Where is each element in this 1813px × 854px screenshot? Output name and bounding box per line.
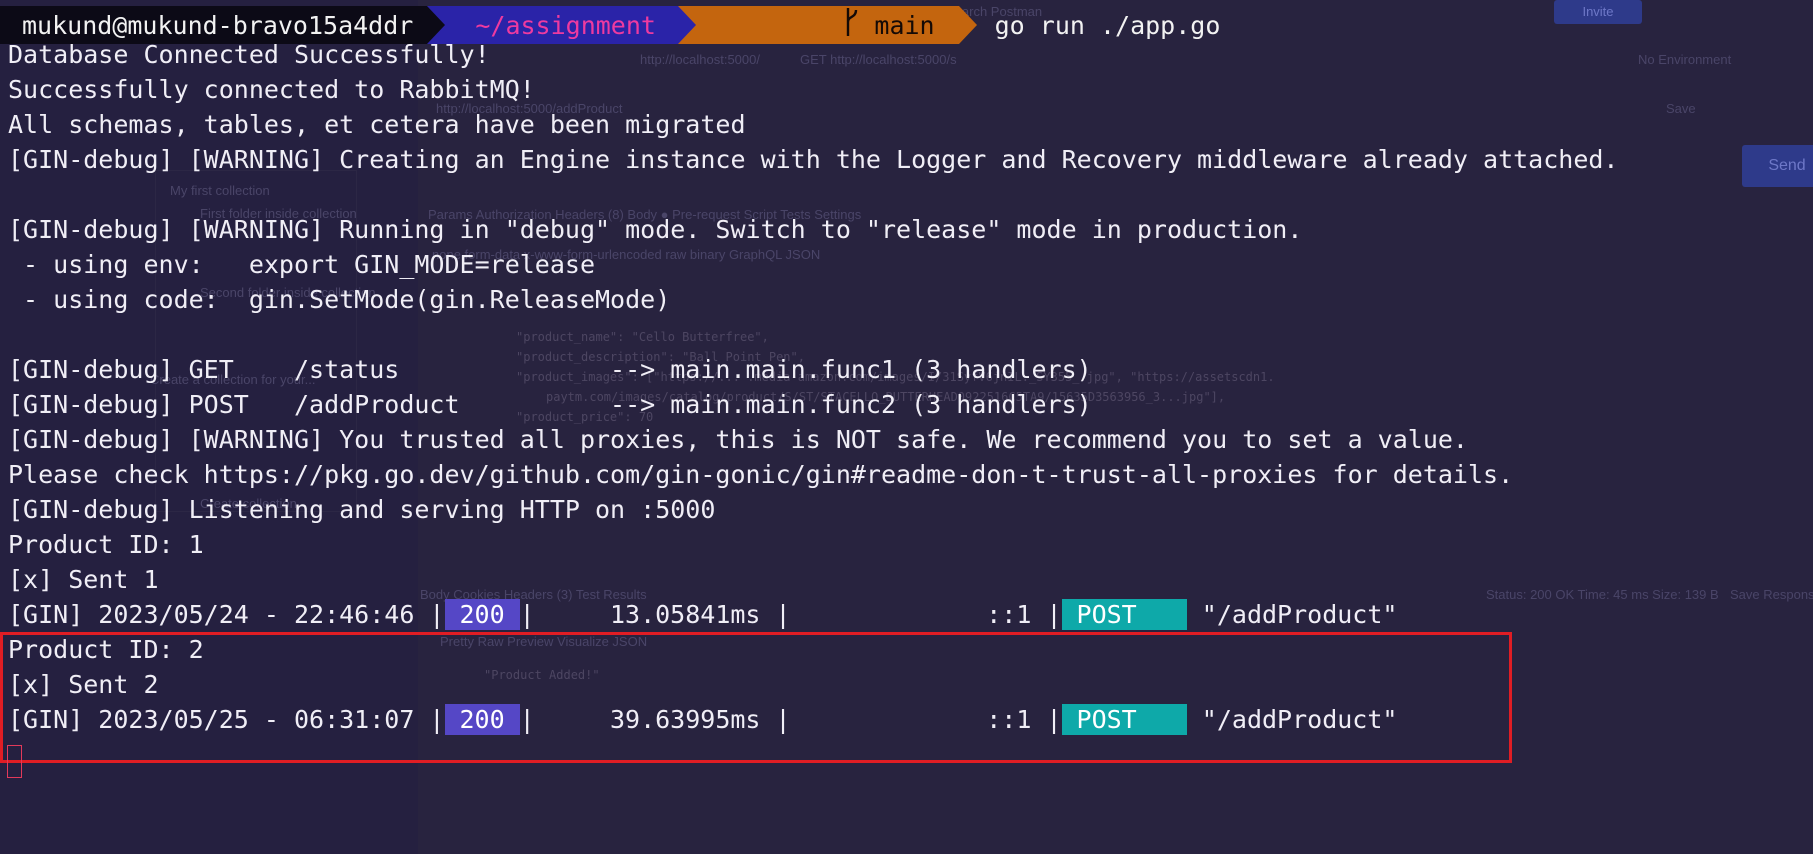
log-line: [GIN-debug] Listening and serving HTTP o…: [8, 495, 716, 524]
log-line: [GIN-debug] [WARNING] Running in "debug"…: [8, 215, 1303, 244]
log-line: All schemas, tables, et cetera have been…: [8, 110, 746, 139]
annotation-highlight-box: [0, 632, 1512, 763]
log-line: [GIN-debug] GET /status --> main.main.fu…: [8, 355, 1092, 384]
request-latency: | 13.05841ms | ::1 |: [519, 600, 1062, 629]
log-line: - using code: gin.SetMode(gin.ReleaseMod…: [8, 285, 671, 314]
prompt-branch-name: main: [874, 10, 935, 40]
log-line: [GIN-debug] [WARNING] Creating an Engine…: [8, 145, 1619, 174]
log-line: [x] Sent 1: [8, 565, 159, 594]
request-path: "/addProduct": [1186, 600, 1398, 629]
log-line: Database Connected Successfully!: [8, 40, 490, 69]
terminal-cursor[interactable]: [7, 745, 22, 778]
log-line: [GIN-debug] POST /addProduct --> main.ma…: [8, 390, 1092, 419]
log-line: Please check https://pkg.go.dev/github.c…: [8, 460, 1514, 489]
log-line: Product ID: 1: [8, 530, 204, 559]
http-method-badge: POST: [1061, 599, 1187, 630]
status-code-badge: 200: [444, 599, 520, 630]
log-line: Successfully connected to RabbitMQ!: [8, 75, 535, 104]
request-timestamp: [GIN] 2023/05/24 - 22:46:46 |: [8, 600, 445, 629]
request-log-line: [GIN] 2023/05/24 - 22:46:46 | 200 | 13.058…: [8, 597, 1619, 632]
log-line: - using env: export GIN_MODE=release: [8, 250, 595, 279]
terminal-window[interactable]: mukund@mukund-bravo15a4ddr ~/assignment …: [0, 0, 1813, 854]
log-line: [GIN-debug] [WARNING] You trusted all pr…: [8, 425, 1468, 454]
